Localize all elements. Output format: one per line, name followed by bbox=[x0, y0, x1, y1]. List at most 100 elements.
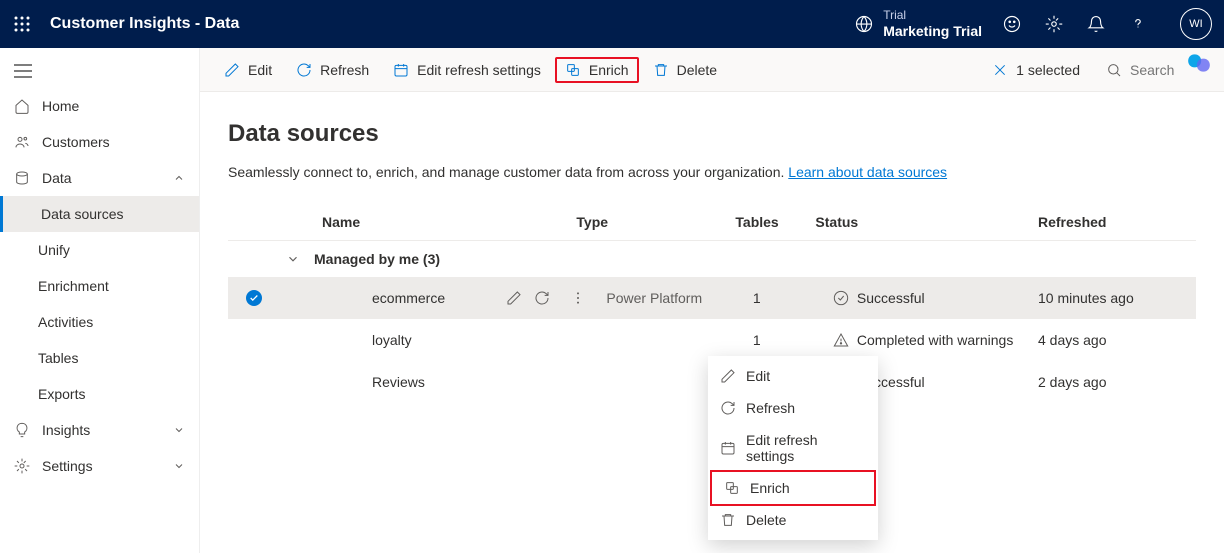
page-description: Seamlessly connect to, enrich, and manag… bbox=[228, 164, 1196, 180]
refresh-icon bbox=[296, 62, 312, 78]
sidebar-item-insights[interactable]: Insights bbox=[0, 412, 199, 448]
column-header-name[interactable]: Name bbox=[322, 214, 576, 230]
page-title: Data sources bbox=[228, 120, 1196, 148]
row-name: ecommerce bbox=[372, 290, 445, 306]
sidebar-item-label: Data sources bbox=[41, 206, 123, 222]
chevron-down-icon bbox=[173, 424, 185, 436]
gear-icon bbox=[14, 458, 30, 474]
row-selected-indicator[interactable] bbox=[246, 290, 262, 306]
chevron-down-icon bbox=[173, 460, 185, 472]
top-bar: Customer Insights - Data Trial Marketing… bbox=[0, 0, 1224, 48]
sidebar-item-tables[interactable]: Tables bbox=[0, 340, 199, 376]
enrich-icon bbox=[565, 62, 581, 78]
sidebar-item-label: Insights bbox=[42, 422, 90, 438]
env-name: Marketing Trial bbox=[883, 23, 982, 40]
insights-icon bbox=[14, 422, 30, 438]
row-tables: 1 bbox=[753, 332, 833, 348]
chevron-down-icon[interactable] bbox=[286, 252, 300, 266]
row-refreshed: 4 days ago bbox=[1038, 332, 1178, 348]
sidebar-item-settings[interactable]: Settings bbox=[0, 448, 199, 484]
success-icon bbox=[833, 290, 849, 306]
clear-icon bbox=[992, 62, 1008, 78]
refresh-icon[interactable] bbox=[534, 290, 550, 306]
main: Edit Refresh Edit refresh settings Enric… bbox=[200, 48, 1224, 553]
sidebar-item-label: Activities bbox=[38, 314, 93, 330]
clear-selection-button[interactable]: 1 selected bbox=[982, 56, 1090, 84]
trash-icon bbox=[653, 62, 669, 78]
globe-icon bbox=[855, 15, 873, 33]
refresh-icon bbox=[720, 400, 736, 416]
row-status: Successful bbox=[857, 290, 925, 306]
sidebar-item-home[interactable]: Home bbox=[0, 88, 199, 124]
warning-icon bbox=[833, 332, 849, 348]
sidebar-item-enrichment[interactable]: Enrichment bbox=[0, 268, 199, 304]
sidebar-item-exports[interactable]: Exports bbox=[0, 376, 199, 412]
edit-icon bbox=[224, 62, 240, 78]
search-icon bbox=[1106, 62, 1122, 78]
help-icon[interactable] bbox=[1128, 14, 1148, 34]
calendar-settings-icon bbox=[720, 440, 736, 456]
menu-item-refresh[interactable]: Refresh bbox=[708, 392, 878, 424]
column-header-tables[interactable]: Tables bbox=[735, 214, 815, 230]
menu-item-edit[interactable]: Edit bbox=[708, 360, 878, 392]
row-refreshed: 10 minutes ago bbox=[1038, 290, 1178, 306]
row-name: Reviews bbox=[372, 374, 425, 390]
smile-icon[interactable] bbox=[1002, 14, 1022, 34]
column-header-status[interactable]: Status bbox=[815, 214, 1038, 230]
row-status: Completed with warnings bbox=[857, 332, 1013, 348]
edit-icon bbox=[720, 368, 736, 384]
calendar-settings-icon bbox=[393, 62, 409, 78]
edit-button[interactable]: Edit bbox=[214, 56, 282, 84]
sidebar-item-data[interactable]: Data bbox=[0, 160, 199, 196]
column-header-type[interactable]: Type bbox=[576, 214, 735, 230]
gear-icon[interactable] bbox=[1044, 14, 1064, 34]
row-tables: 1 bbox=[753, 290, 833, 306]
column-header-refreshed[interactable]: Refreshed bbox=[1038, 214, 1178, 230]
sidebar-item-label: Enrichment bbox=[38, 278, 109, 294]
sidebar: Home Customers Data Data sources Unify E… bbox=[0, 48, 200, 553]
menu-item-enrich[interactable]: Enrich bbox=[710, 470, 876, 506]
menu-item-delete[interactable]: Delete bbox=[708, 504, 878, 536]
group-label: Managed by me (3) bbox=[314, 251, 440, 267]
home-icon bbox=[14, 98, 30, 114]
app-title: Customer Insights - Data bbox=[50, 15, 855, 33]
avatar[interactable]: WI bbox=[1180, 8, 1212, 40]
sidebar-item-activities[interactable]: Activities bbox=[0, 304, 199, 340]
sidebar-item-customers[interactable]: Customers bbox=[0, 124, 199, 160]
edit-refresh-settings-button[interactable]: Edit refresh settings bbox=[383, 56, 551, 84]
command-bar: Edit Refresh Edit refresh settings Enric… bbox=[200, 48, 1224, 92]
trash-icon bbox=[720, 512, 736, 528]
row-name: loyalty bbox=[372, 332, 412, 348]
row-refreshed: 2 days ago bbox=[1038, 374, 1178, 390]
row-type: Power Platform bbox=[606, 290, 753, 306]
app-launcher-icon[interactable] bbox=[12, 14, 32, 34]
sidebar-item-label: Data bbox=[42, 170, 72, 186]
data-icon bbox=[14, 170, 30, 186]
table-row[interactable]: ecommerce Power Platform1 Successful 10 min… bbox=[228, 277, 1196, 319]
bell-icon[interactable] bbox=[1086, 14, 1106, 34]
customers-icon bbox=[14, 134, 30, 150]
delete-button[interactable]: Delete bbox=[643, 56, 727, 84]
env-label: Trial bbox=[883, 8, 982, 22]
table-row[interactable]: loyalty 1 Completed with warnings 4 days ag… bbox=[228, 319, 1196, 361]
sidebar-item-label: Customers bbox=[42, 134, 110, 150]
refresh-button[interactable]: Refresh bbox=[286, 56, 379, 84]
sidebar-item-label: Exports bbox=[38, 386, 85, 402]
enrich-icon bbox=[724, 480, 740, 496]
learn-link[interactable]: Learn about data sources bbox=[788, 164, 947, 180]
enrich-button[interactable]: Enrich bbox=[555, 57, 639, 83]
sidebar-item-label: Tables bbox=[38, 350, 78, 366]
context-menu: Edit Refresh Edit refresh settings Enric… bbox=[708, 356, 878, 540]
sidebar-item-unify[interactable]: Unify bbox=[0, 232, 199, 268]
edit-icon[interactable] bbox=[506, 290, 522, 306]
sidebar-item-label: Unify bbox=[38, 242, 70, 258]
copilot-icon[interactable] bbox=[1186, 50, 1214, 78]
menu-item-edit-refresh-settings[interactable]: Edit refresh settings bbox=[708, 424, 878, 472]
more-icon[interactable] bbox=[570, 290, 586, 306]
hamburger-icon[interactable] bbox=[0, 54, 199, 88]
chevron-up-icon bbox=[173, 172, 185, 184]
sidebar-item-label: Home bbox=[42, 98, 79, 114]
sidebar-item-data-sources[interactable]: Data sources bbox=[0, 196, 199, 232]
sidebar-item-label: Settings bbox=[42, 458, 93, 474]
environment-picker[interactable]: Trial Marketing Trial bbox=[855, 8, 982, 39]
